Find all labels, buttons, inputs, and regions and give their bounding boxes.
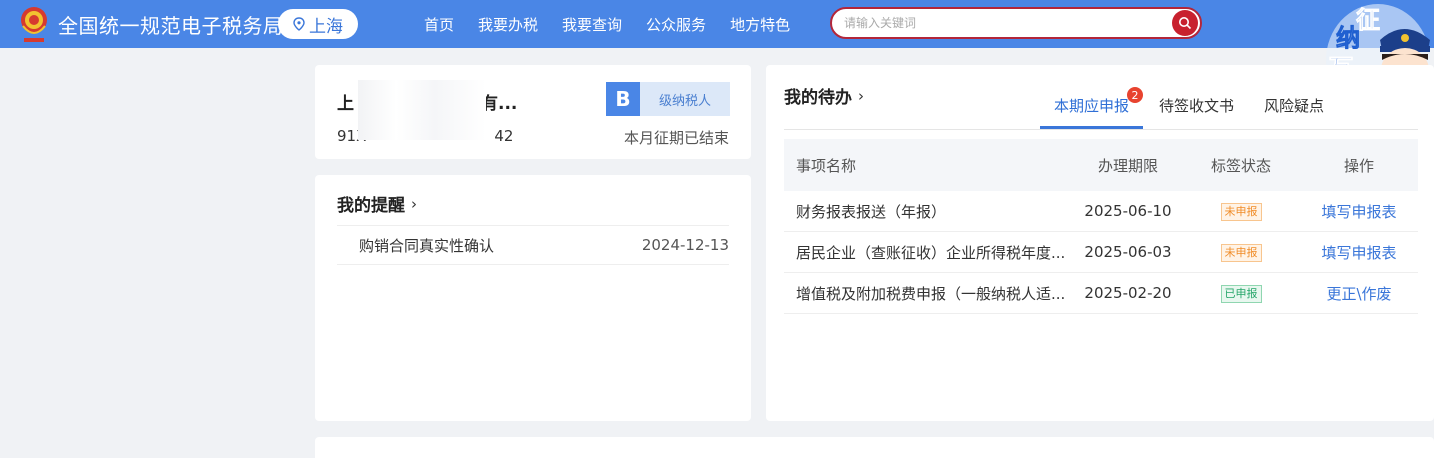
table-row: 财务报表报送（年报） 2025-06-10 未申报 填写申报表 (784, 191, 1418, 232)
todo-tabs: 本期应申报 2 待签收文书 风险疑点 (1039, 87, 1354, 129)
row-deadline: 2025-02-20 (1084, 284, 1172, 302)
taxpayer-level-letter: B (606, 82, 640, 116)
todo-card: 我的待办 › 本期应申报 2 待签收文书 风险疑点 事项名称 办理期限 标签状态… (766, 65, 1434, 421)
todo-title[interactable]: 我的待办 › (784, 83, 864, 109)
mascot-char-2: 纳 (1336, 24, 1360, 52)
todo-title-label: 我的待办 (784, 88, 852, 108)
status-badge: 未申报 (1220, 244, 1262, 262)
table-row: 增值税及附加税费申报（一般纳税人适... 2025-02-20 已申报 更正\作… (784, 273, 1418, 314)
region-selector[interactable]: 上海 (278, 9, 358, 39)
main-nav: 首页 我要办税 我要查询 公众服务 地方特色 (424, 0, 814, 48)
fill-declaration-link[interactable]: 填写申报表 (1321, 244, 1396, 262)
reminder-item[interactable]: 购销合同真实性确认 2024-12-13 (337, 225, 729, 265)
count-badge: 2 (1127, 87, 1144, 103)
redaction-blur (358, 80, 486, 140)
location-pin-icon (293, 17, 305, 31)
tab-documents-to-sign[interactable]: 待签收文书 (1159, 95, 1234, 129)
region-label: 上海 (309, 16, 343, 37)
column-header-item-name: 事项名称 (796, 156, 857, 175)
divider (784, 129, 1418, 130)
tab-risk-points[interactable]: 风险疑点 (1264, 95, 1324, 129)
table-row: 居民企业（查账征收）企业所得税年度... 2025-06-03 未申报 填写申报… (784, 232, 1418, 273)
column-header-action: 操作 (1343, 156, 1374, 175)
row-deadline: 2025-06-10 (1084, 202, 1172, 220)
company-name-tail: 有... (481, 94, 518, 114)
column-header-deadline: 办理期限 (1097, 156, 1158, 175)
tab-label: 待签收文书 (1159, 97, 1235, 115)
column-header-status: 标签状态 (1210, 156, 1271, 175)
site-title[interactable]: 全国统一规范电子税务局 (58, 10, 284, 39)
reminder-title[interactable]: 我的提醒 › (337, 191, 417, 217)
credit-code-tail: 42 (494, 127, 514, 145)
tab-current-period-filing[interactable]: 本期应申报 2 (1039, 87, 1144, 129)
taxpayer-level-label: 级纳税人 (640, 82, 730, 116)
reminder-item-date: 2024-12-13 (641, 236, 729, 254)
top-header: 全国统一规范电子税务局 上海 首页 我要办税 我要查询 公众服务 地方特色 (0, 0, 1434, 48)
chevron-right-icon: › (411, 194, 417, 213)
nav-item-public-service[interactable]: 公众服务 (646, 14, 706, 35)
row-item-name: 居民企业（查账征收）企业所得税年度... (796, 243, 1066, 262)
search-button[interactable] (1172, 10, 1198, 36)
nav-item-local-features[interactable]: 地方特色 (730, 14, 790, 35)
taxpayer-level-badge: B 级纳税人 (606, 82, 730, 116)
nav-item-home[interactable]: 首页 (424, 14, 454, 35)
fill-declaration-link[interactable]: 填写申报表 (1321, 203, 1396, 221)
lower-panel (315, 437, 1434, 458)
row-item-name: 增值税及附加税费申报（一般纳税人适... (796, 284, 1066, 303)
company-name-head: 上 (337, 94, 354, 114)
row-deadline: 2025-06-03 (1084, 243, 1172, 261)
search-box (830, 7, 1202, 39)
correct-void-link[interactable]: 更正\作废 (1326, 285, 1391, 303)
tab-label: 风险疑点 (1264, 97, 1325, 115)
period-status: 本月征期已结束 (623, 129, 729, 147)
row-item-name: 财务报表报送（年报） (796, 202, 947, 221)
reminder-item-text: 购销合同真实性确认 (359, 236, 495, 255)
nav-item-tax-handling[interactable]: 我要办税 (478, 14, 538, 35)
search-icon (1179, 17, 1192, 30)
table-header: 事项名称 办理期限 标签状态 操作 (784, 139, 1418, 191)
nav-item-query[interactable]: 我要查询 (562, 14, 622, 35)
tab-label: 本期应申报 (1054, 97, 1130, 115)
status-badge: 已申报 (1220, 285, 1262, 303)
status-badge: 未申报 (1220, 203, 1262, 221)
todo-table: 事项名称 办理期限 标签状态 操作 财务报表报送（年报） 2025-06-10 … (784, 139, 1418, 314)
search-input[interactable] (844, 9, 1164, 37)
reminder-card: 我的提醒 › 购销合同真实性确认 2024-12-13 (315, 175, 751, 421)
reminder-title-label: 我的提醒 (337, 196, 405, 216)
tax-emblem-logo[interactable] (18, 4, 50, 44)
chevron-right-icon: › (858, 86, 864, 105)
